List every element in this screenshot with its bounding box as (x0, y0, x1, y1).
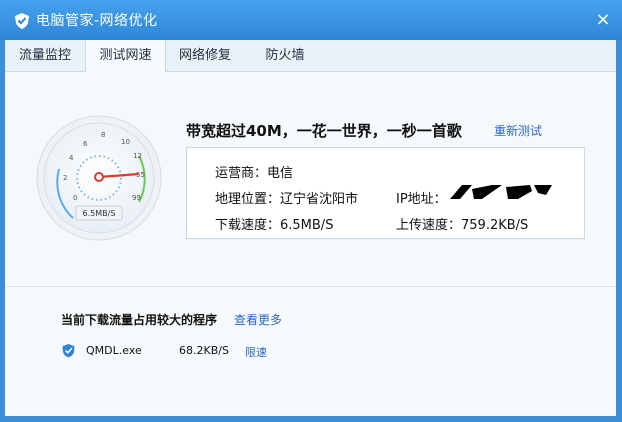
gauge-needle-hub (94, 172, 104, 182)
traffic-section: 当前下载流量占用较大的程序 查看更多 QMDL.exe 68.2KB/S 限速 (5, 287, 616, 416)
gauge-tick-label: 4 (69, 154, 74, 162)
speed-gauge: 0 2 4 6 8 10 12 55 99 6.5MB/S (35, 114, 163, 242)
location-text: 地理位置：辽宁省沈阳市 (215, 192, 359, 207)
speed-test-panel: 0 2 4 6 8 10 12 55 99 6.5MB/S 带宽超过40M，一花… (5, 72, 616, 416)
close-button[interactable]: × (592, 10, 614, 30)
gauge-readout: 6.5MB/S (83, 209, 116, 218)
program-name: QMDL.exe (86, 344, 142, 357)
isp-text: 运营商：电信 (215, 166, 294, 181)
gauge-tick-label: 2 (63, 174, 67, 182)
window: 电脑管家-网络优化 × 流量监控 测试网速 网络修复 防火墙 0 2 4 6 8… (0, 0, 622, 422)
gauge-tick-label: 0 (73, 194, 77, 202)
gauge-tick-label: 99 (132, 194, 141, 202)
limit-speed-link[interactable]: 限速 (245, 344, 267, 360)
tab-bar: 流量监控 测试网速 网络修复 防火墙 (5, 40, 616, 72)
tab-traffic-monitor[interactable]: 流量监控 (5, 40, 85, 71)
bandwidth-headline: 带宽超过40M，一花一世界，一秒一首歌 (186, 122, 462, 140)
tab-network-repair[interactable]: 网络修复 (165, 40, 245, 71)
retest-link[interactable]: 重新测试 (494, 122, 542, 139)
download-speed-text: 下载速度：6.5MB/S (215, 218, 334, 233)
gauge-tick-label: 8 (101, 131, 105, 139)
tab-speed-test[interactable]: 测试网速 (85, 40, 166, 72)
upload-speed-text: 上传速度：759.2KB/S (396, 218, 529, 233)
title-bar: 电脑管家-网络优化 × (0, 0, 622, 40)
gauge-tick-label: 12 (133, 152, 142, 160)
view-more-link[interactable]: 查看更多 (234, 311, 282, 328)
window-title: 电脑管家-网络优化 (36, 13, 158, 29)
gauge-tick-label: 6 (83, 140, 88, 148)
gauge-tick-label: 10 (121, 138, 130, 146)
ip-label: IP地址： (396, 192, 447, 207)
shield-icon (15, 13, 29, 29)
program-shield-icon (62, 344, 75, 358)
program-speed: 68.2KB/S (179, 344, 229, 357)
tab-firewall[interactable]: 防火墙 (245, 40, 325, 71)
redacted-ip-mark (450, 185, 552, 199)
traffic-title: 当前下载流量占用较大的程序 (61, 313, 218, 327)
network-info-box: 运营商：电信 地理位置：辽宁省沈阳市 IP地址： 下载速度：6.5MB/S 上传… (186, 147, 585, 239)
speed-gauge-svg: 0 2 4 6 8 10 12 55 99 6.5MB/S (36, 115, 162, 241)
